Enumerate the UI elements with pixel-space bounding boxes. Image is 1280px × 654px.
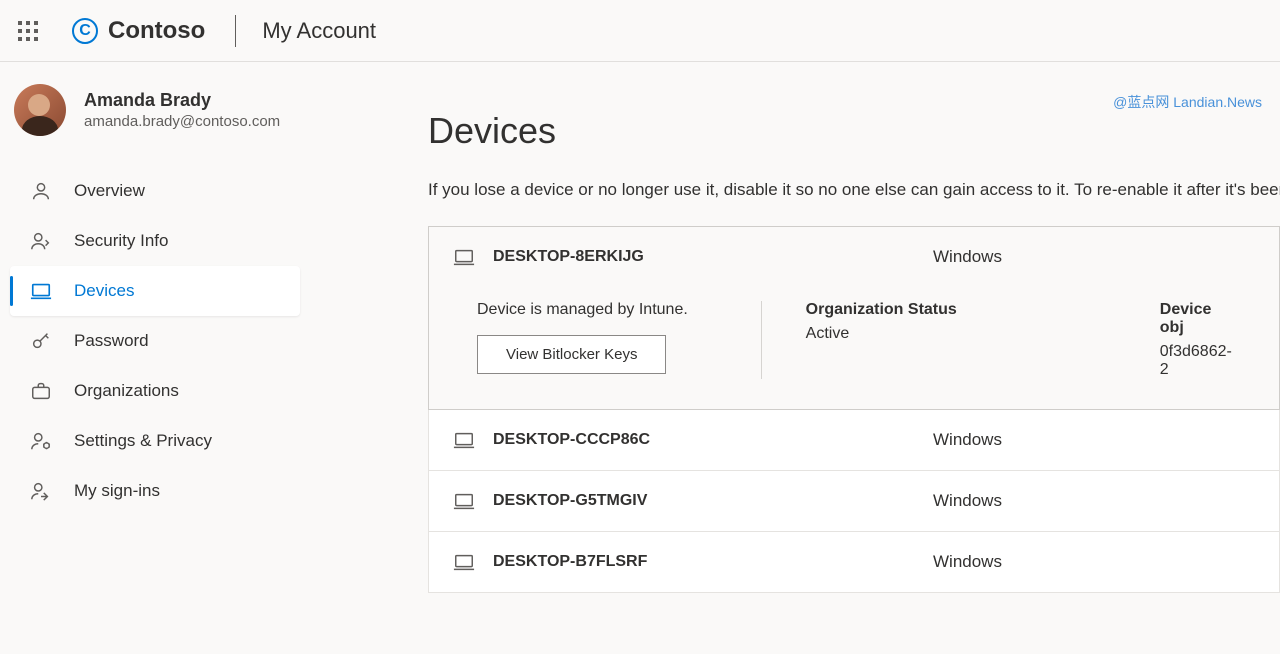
user-block[interactable]: Amanda Brady amanda.brady@contoso.com xyxy=(10,84,300,146)
person-icon xyxy=(30,180,52,202)
waffle-menu-icon[interactable] xyxy=(18,21,38,41)
person-gear-icon xyxy=(30,430,52,452)
sidebar-item-label: Organizations xyxy=(74,381,179,401)
device-row-header[interactable]: DESKTOP-CCCP86C Windows xyxy=(429,410,1279,470)
device-details: Device is managed by Intune. View Bitloc… xyxy=(429,287,1279,409)
device-row: DESKTOP-CCCP86C Windows xyxy=(428,410,1280,471)
device-name: DESKTOP-B7FLSRF xyxy=(493,553,933,571)
org-name: Contoso xyxy=(108,17,205,45)
sidebar-nav: Overview Security Info Devices Password xyxy=(10,166,300,516)
signin-icon xyxy=(30,480,52,502)
device-card-expanded: DESKTOP-8ERKIJG Windows Device is manage… xyxy=(428,226,1280,410)
managed-by-text: Device is managed by Intune. xyxy=(477,301,721,319)
org-status-label: Organization Status xyxy=(806,301,1076,319)
security-icon xyxy=(30,230,52,252)
device-row-header[interactable]: DESKTOP-G5TMGIV Windows xyxy=(429,471,1279,531)
user-name: Amanda Brady xyxy=(84,90,280,111)
laptop-icon xyxy=(30,280,52,302)
device-os: Windows xyxy=(933,430,1002,450)
laptop-icon xyxy=(453,429,475,451)
device-name: DESKTOP-8ERKIJG xyxy=(493,248,933,266)
device-row: DESKTOP-B7FLSRF Windows xyxy=(428,532,1280,593)
section-title: My Account xyxy=(262,18,376,44)
laptop-icon xyxy=(453,490,475,512)
sidebar-item-password[interactable]: Password xyxy=(10,316,300,366)
device-os: Windows xyxy=(933,552,1002,572)
contoso-logo-icon: C xyxy=(72,18,98,44)
header-divider xyxy=(235,15,236,47)
sidebar-item-settings-privacy[interactable]: Settings & Privacy xyxy=(10,416,300,466)
laptop-icon xyxy=(453,246,475,268)
page-description: If you lose a device or no longer use it… xyxy=(428,180,1280,200)
sidebar-item-organizations[interactable]: Organizations xyxy=(10,366,300,416)
avatar xyxy=(14,84,66,136)
user-email: amanda.brady@contoso.com xyxy=(84,113,280,130)
device-row: DESKTOP-G5TMGIV Windows xyxy=(428,471,1280,532)
page-title: Devices xyxy=(428,110,1280,152)
org-status-value: Active xyxy=(806,325,1076,343)
device-row-header[interactable]: DESKTOP-8ERKIJG Windows xyxy=(429,227,1279,287)
sidebar-item-security-info[interactable]: Security Info xyxy=(10,216,300,266)
briefcase-icon xyxy=(30,380,52,402)
org-logo[interactable]: C Contoso xyxy=(72,17,205,45)
view-bitlocker-keys-button[interactable]: View Bitlocker Keys xyxy=(477,335,666,374)
sidebar-item-label: My sign-ins xyxy=(74,481,160,501)
sidebar-item-label: Overview xyxy=(74,181,145,201)
sidebar-item-overview[interactable]: Overview xyxy=(10,166,300,216)
watermark: @蓝点网 Landian.News xyxy=(1113,92,1262,112)
sidebar-item-label: Password xyxy=(74,331,149,351)
main-content: @蓝点网 Landian.News Devices If you lose a … xyxy=(310,62,1280,654)
sidebar-item-my-sign-ins[interactable]: My sign-ins xyxy=(10,466,300,516)
sidebar: Amanda Brady amanda.brady@contoso.com Ov… xyxy=(0,62,310,654)
device-object-value: 0f3d6862-2 xyxy=(1160,343,1239,379)
sidebar-item-label: Devices xyxy=(74,281,134,301)
device-name: DESKTOP-CCCP86C xyxy=(493,431,933,449)
device-name: DESKTOP-G5TMGIV xyxy=(493,492,933,510)
device-object-label: Device obj xyxy=(1160,301,1239,337)
key-icon xyxy=(30,330,52,352)
device-os: Windows xyxy=(933,247,1002,267)
sidebar-item-devices[interactable]: Devices xyxy=(10,266,300,316)
sidebar-item-label: Settings & Privacy xyxy=(74,431,212,451)
device-os: Windows xyxy=(933,491,1002,511)
laptop-icon xyxy=(453,551,475,573)
device-row-header[interactable]: DESKTOP-B7FLSRF Windows xyxy=(429,532,1279,592)
app-header: C Contoso My Account xyxy=(0,0,1280,62)
sidebar-item-label: Security Info xyxy=(74,231,169,251)
